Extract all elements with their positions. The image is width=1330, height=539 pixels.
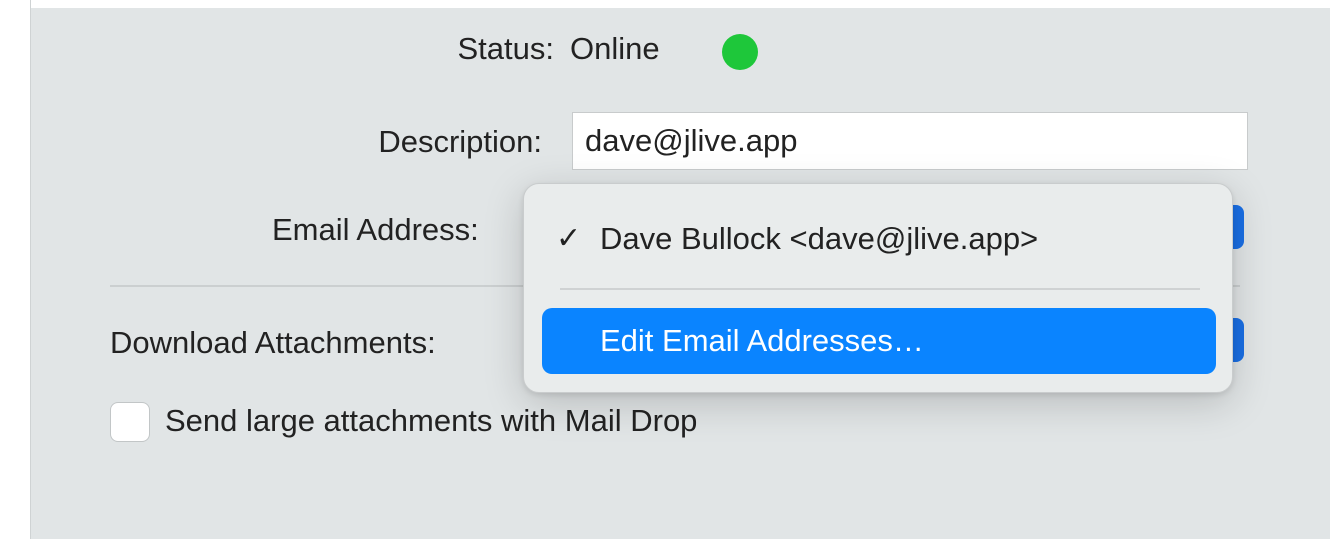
menu-item-dave-bullock[interactable]: ✓ Dave Bullock <dave@jlive.app> [542,206,1216,272]
email-address-label: Email Address: [272,212,479,247]
mail-drop-checkbox[interactable] [110,402,150,442]
menu-item-label: Edit Email Addresses… [600,323,924,358]
description-label: Description: [378,124,542,159]
checkmark-icon: ✓ [556,222,582,255]
sidebar-edge [0,0,31,539]
email-address-menu: ✓ Dave Bullock <dave@jlive.app> Edit Ema… [523,183,1233,393]
menu-item-label: Dave Bullock <dave@jlive.app> [600,221,1039,256]
description-field[interactable]: dave@jlive.app [572,112,1248,170]
download-attachments-label: Download Attachments: [110,325,436,360]
status-online-indicator [722,34,758,70]
menu-separator [560,288,1200,290]
status-label: Status: [457,31,555,66]
mail-drop-label[interactable]: Send large attachments with Mail Drop [165,403,697,439]
menu-item-edit-email-addresses[interactable]: Edit Email Addresses… [542,308,1216,374]
status-value: Online [570,31,660,66]
